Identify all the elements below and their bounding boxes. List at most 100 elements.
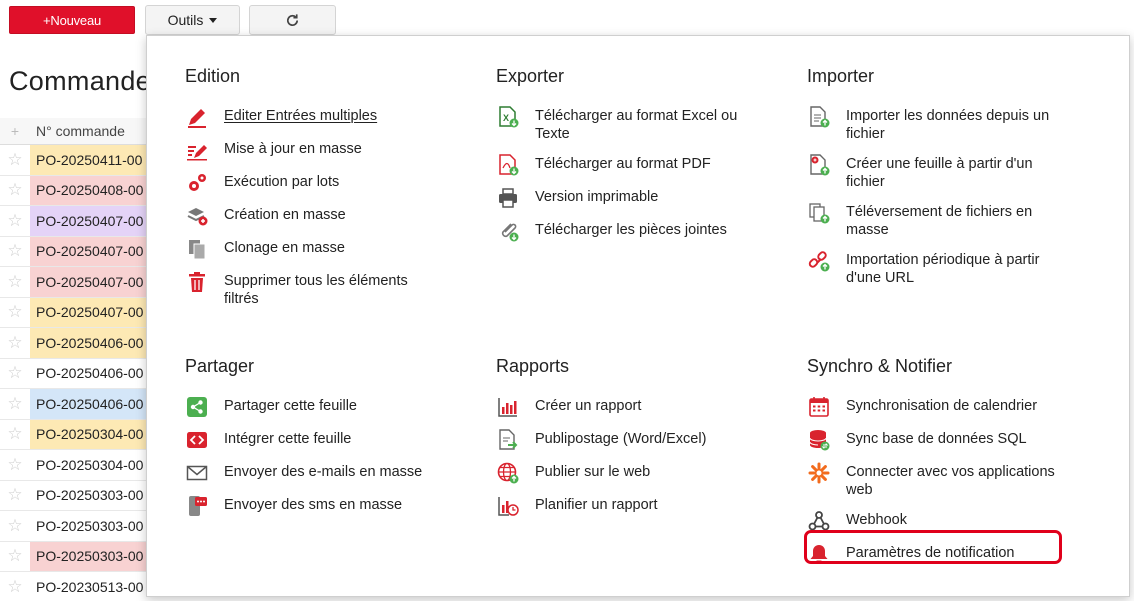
order-number-cell[interactable]: PO-20250406-00 <box>30 358 150 388</box>
menu-item-schedule-report[interactable]: Planifier un rapport <box>496 495 776 517</box>
table-row[interactable]: ☆ PO-20250408-00 <box>0 175 150 206</box>
order-number-cell[interactable]: PO-20250303-00 <box>30 541 150 571</box>
svg-text:X: X <box>503 113 509 123</box>
star-icon[interactable]: ☆ <box>0 363 30 383</box>
table-row[interactable]: ☆ PO-20250411-00 <box>0 145 150 176</box>
table-row[interactable]: ☆ PO-20230513-00 <box>0 572 150 601</box>
menu-item-label: Connecter avec vos applications web <box>846 464 1055 498</box>
menu-item-batch-execution[interactable]: Exécution par lots <box>185 172 465 194</box>
mail-merge-icon <box>496 429 520 451</box>
menu-item-label: Importation périodique à partir d'une UR… <box>846 252 1040 286</box>
menu-item-label: Mise à jour en masse <box>224 141 362 157</box>
star-icon[interactable]: ☆ <box>0 150 30 170</box>
menu-item-bulk-update[interactable]: Mise à jour en masse <box>185 139 465 161</box>
star-icon[interactable]: ☆ <box>0 394 30 414</box>
table-row[interactable]: ☆ PO-20250406-00 <box>0 389 150 420</box>
order-number-cell[interactable]: PO-20250407-00 <box>30 297 150 327</box>
bulk-clone-icon <box>185 238 209 260</box>
order-number-cell[interactable]: PO-20250304-00 <box>30 419 150 449</box>
page-title: Commandes <box>9 66 165 96</box>
menu-item-label: Télécharger au format Excel ou Texte <box>535 108 738 142</box>
menu-item-sql-sync[interactable]: Sync base de données SQL <box>807 429 1087 451</box>
menu-item-share-sheet[interactable]: Partager cette feuille <box>185 396 465 418</box>
menu-item-delete-filtered[interactable]: Supprimer tous les éléments filtrés <box>185 271 465 308</box>
star-icon[interactable]: ☆ <box>0 180 30 200</box>
menu-item-periodic-url-import[interactable]: Importation périodique à partir d'une UR… <box>807 250 1087 287</box>
calendar-icon <box>807 396 831 418</box>
menu-item-label: Intégrer cette feuille <box>224 431 352 447</box>
star-icon[interactable]: ☆ <box>0 485 30 505</box>
order-number-cell[interactable]: PO-20250408-00 <box>30 175 150 205</box>
menu-item-printable[interactable]: Version imprimable <box>496 187 776 209</box>
grid-header: + N° commande <box>0 118 150 145</box>
menu-item-download-attachments[interactable]: Télécharger les pièces jointes <box>496 220 776 242</box>
menu-item-edit-multiple[interactable]: Editer Entrées multiples <box>185 106 465 128</box>
excel-download-icon: X <box>496 106 520 128</box>
order-number-cell[interactable]: PO-20250407-00 <box>30 267 150 297</box>
menu-item-sheet-from-file[interactable]: Créer une feuille à partir d'un fichier <box>807 154 1087 191</box>
star-icon[interactable]: ☆ <box>0 455 30 475</box>
menu-item-webhook[interactable]: Webhook <box>807 510 1087 532</box>
star-icon[interactable]: ☆ <box>0 211 30 231</box>
star-icon[interactable]: ☆ <box>0 272 30 292</box>
table-row[interactable]: ☆ PO-20250406-00 <box>0 358 150 389</box>
table-row[interactable]: ☆ PO-20250407-00 <box>0 206 150 237</box>
order-number-cell[interactable]: PO-20250407-00 <box>30 236 150 266</box>
star-icon[interactable]: ☆ <box>0 577 30 597</box>
new-button[interactable]: +Nouveau <box>9 6 135 34</box>
table-row[interactable]: ☆ PO-20250304-00 <box>0 419 150 450</box>
table-row[interactable]: ☆ PO-20250407-00 <box>0 236 150 267</box>
order-number-cell[interactable]: PO-20250411-00 <box>30 145 150 175</box>
section-title-rapports: Rapports <box>496 356 570 376</box>
menu-item-connect-web-apps[interactable]: Connecter avec vos applications web <box>807 462 1087 499</box>
order-number-cell[interactable]: PO-20250303-00 <box>30 480 150 510</box>
star-icon[interactable]: ☆ <box>0 546 30 566</box>
add-column-icon[interactable]: + <box>0 123 30 139</box>
refresh-button[interactable] <box>249 5 336 35</box>
table-row[interactable]: ☆ PO-20250303-00 <box>0 541 150 572</box>
bulk-update-icon <box>185 139 209 161</box>
star-icon[interactable]: ☆ <box>0 333 30 353</box>
menu-item-import-file[interactable]: Importer les données depuis un fichier <box>807 106 1087 143</box>
menu-item-bulk-upload[interactable]: Téléversement de fichiers en masse <box>807 202 1087 239</box>
menu-item-label: Envoyer des sms en masse <box>224 497 403 513</box>
menu-item-create-report[interactable]: Créer un rapport <box>496 396 776 418</box>
menu-item-label: Sync base de données SQL <box>846 431 1027 447</box>
tools-dropdown-button[interactable]: Outils <box>145 5 240 35</box>
menu-item-bulk-clone[interactable]: Clonage en masse <box>185 238 465 260</box>
menu-item-export-excel[interactable]: X Télécharger au format Excel ou Texte <box>496 106 776 143</box>
table-row[interactable]: ☆ PO-20250303-00 <box>0 480 150 511</box>
section-edition: Edition Editer Entrées multiples Mise à … <box>185 66 465 319</box>
order-number-cell[interactable]: PO-20250407-00 <box>30 206 150 236</box>
menu-item-label: Exécution par lots <box>224 174 340 190</box>
star-icon[interactable]: ☆ <box>0 302 30 322</box>
order-number-cell[interactable]: PO-20250406-00 <box>30 389 150 419</box>
menu-item-bulk-email[interactable]: Envoyer des e-mails en masse <box>185 462 465 484</box>
menu-item-export-pdf[interactable]: Télécharger au format PDF <box>496 154 776 176</box>
table-row[interactable]: ☆ PO-20250304-00 <box>0 450 150 481</box>
batch-gears-icon <box>185 172 209 194</box>
table-row[interactable]: ☆ PO-20250303-00 <box>0 511 150 542</box>
table-row[interactable]: ☆ PO-20250407-00 <box>0 267 150 298</box>
order-number-cell[interactable]: PO-20250303-00 <box>30 511 150 541</box>
menu-item-embed-sheet[interactable]: Intégrer cette feuille <box>185 429 465 451</box>
star-icon[interactable]: ☆ <box>0 241 30 261</box>
order-number-cell[interactable]: PO-20230513-00 <box>30 572 150 601</box>
column-header-order-number[interactable]: N° commande <box>30 123 125 139</box>
table-row[interactable]: ☆ PO-20250406-00 <box>0 328 150 359</box>
section-partager: Partager Partager cette feuille Intégrer… <box>185 356 465 528</box>
sms-icon <box>185 495 209 517</box>
scheduled-report-icon <box>496 495 520 517</box>
menu-item-calendar-sync[interactable]: Synchronisation de calendrier <box>807 396 1087 418</box>
section-title-partager: Partager <box>185 356 255 376</box>
menu-item-mail-merge[interactable]: Publipostage (Word/Excel) <box>496 429 776 451</box>
star-icon[interactable]: ☆ <box>0 516 30 536</box>
star-icon[interactable]: ☆ <box>0 424 30 444</box>
table-row[interactable]: ☆ PO-20250407-00 <box>0 297 150 328</box>
order-number-cell[interactable]: PO-20250304-00 <box>30 450 150 480</box>
menu-item-bulk-create[interactable]: Création en masse <box>185 205 465 227</box>
order-number-cell[interactable]: PO-20250406-00 <box>30 328 150 358</box>
menu-item-publish-web[interactable]: Publier sur le web <box>496 462 776 484</box>
menu-item-bulk-sms[interactable]: Envoyer des sms en masse <box>185 495 465 517</box>
edit-multiple-icon <box>185 106 209 128</box>
